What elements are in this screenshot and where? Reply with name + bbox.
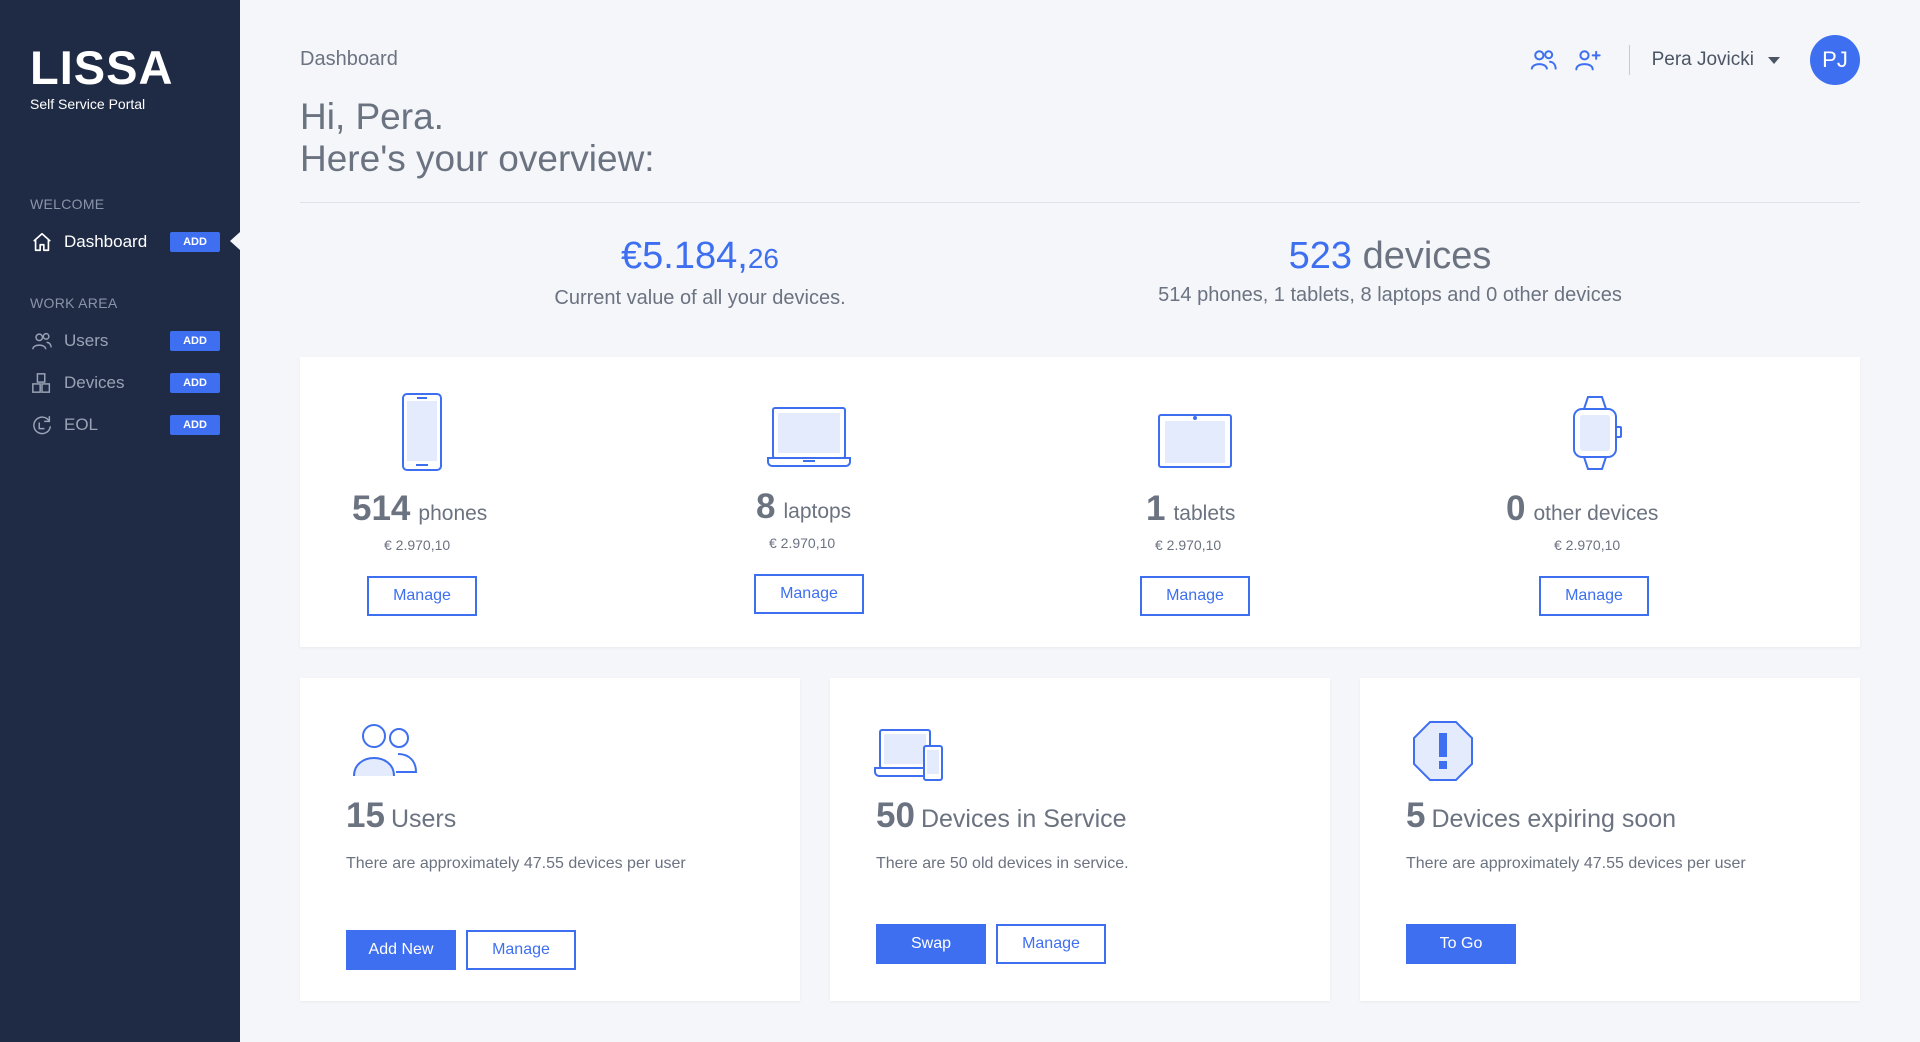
phones-count: 514 phones	[352, 489, 487, 529]
breadcrumb: Dashboard	[300, 48, 398, 70]
add-user-icon[interactable]	[1573, 45, 1603, 75]
manage-service-button[interactable]: Manage	[996, 924, 1106, 964]
total-value-caption: Current value of all your devices.	[554, 287, 846, 309]
active-indicator	[230, 232, 240, 250]
swap-button[interactable]: Swap	[876, 924, 986, 964]
devices-in-service-card: 50 Devices in Service There are 50 old de…	[830, 678, 1330, 1001]
home-icon	[30, 230, 54, 254]
users-icon	[30, 329, 54, 353]
count-label: laptops	[783, 500, 852, 523]
add-badge[interactable]: ADD	[170, 373, 220, 393]
add-badge[interactable]: ADD	[170, 415, 220, 435]
count-value: 514	[352, 489, 411, 528]
devices-icon	[30, 371, 54, 395]
users-card: 15 Users There are approximately 47.55 de…	[300, 678, 800, 1001]
users-icon[interactable]	[1529, 45, 1559, 75]
count-label: Devices in Service	[920, 805, 1127, 833]
sidebar-item-users[interactable]: Users ADD	[30, 326, 220, 356]
users-description: There are approximately 47.55 devices pe…	[346, 855, 686, 872]
smartwatch-icon	[1568, 395, 1624, 476]
device-count-stat: 523 devices 514 phones, 1 tablets, 8 lap…	[1110, 234, 1670, 307]
count-label: tablets	[1173, 502, 1236, 525]
device-count: 523 devices	[1110, 234, 1670, 278]
phones-price: € 2.970,10	[384, 537, 451, 553]
manage-laptops-button[interactable]: Manage	[754, 574, 864, 614]
count-label: Devices expiring soon	[1431, 805, 1677, 833]
count-label: other devices	[1533, 502, 1659, 525]
greeting-line: Hi, Pera.	[300, 96, 444, 137]
count-value: 50	[876, 796, 915, 835]
device-types-card: 514 phones € 2.970,10 Manage 8 laptops € 2…	[300, 357, 1860, 647]
sidebar-item-label: Devices	[64, 373, 125, 392]
count-value: 15	[346, 796, 385, 835]
chevron-down-icon[interactable]	[1768, 56, 1780, 64]
users-icon	[352, 722, 418, 783]
brand-logo[interactable]: LISSA	[30, 44, 173, 91]
devices-expiring-description: There are approximately 47.55 devices pe…	[1406, 855, 1746, 872]
count-value: 8	[756, 487, 776, 526]
add-badge[interactable]: ADD	[170, 331, 220, 351]
sidebar-item-label: Dashboard	[64, 232, 148, 251]
header-divider	[300, 202, 1860, 203]
total-value-main: €5.184,	[621, 235, 748, 277]
device-count-number: 523	[1288, 235, 1352, 277]
devices-expiring-card: 5 Devices expiring soon There are approxi…	[1360, 678, 1860, 1001]
laptops-count: 8 laptops	[756, 487, 851, 527]
count-value: 0	[1506, 489, 1526, 528]
add-badge[interactable]: ADD	[170, 232, 220, 252]
count-label: Users	[390, 805, 457, 833]
eol-icon	[30, 413, 54, 437]
alert-icon	[1412, 720, 1474, 787]
devices-expiring-count: 5 Devices expiring soon	[1406, 796, 1676, 836]
sidebar: LISSA Self Service Portal WELCOME Dashbo…	[0, 0, 240, 1042]
greeting-line: Here's your overview:	[300, 138, 655, 179]
add-new-user-button[interactable]: Add New	[346, 930, 456, 970]
total-value-cents: 26	[747, 243, 779, 274]
total-value: €5.184,26	[520, 234, 880, 281]
sidebar-item-label: EOL	[64, 415, 99, 434]
sidebar-item-label: Users	[64, 331, 109, 350]
count-value: 5	[1406, 796, 1426, 835]
devices-in-service-description: There are 50 old devices in service.	[876, 855, 1129, 872]
other-devices-count: 0 other devices	[1506, 489, 1658, 529]
manage-other-devices-button[interactable]: Manage	[1539, 576, 1649, 616]
manage-users-button[interactable]: Manage	[466, 930, 576, 970]
page-greeting: Hi, Pera. Here's your overview:	[300, 96, 655, 180]
section-label-welcome: WELCOME	[30, 196, 105, 212]
devices-in-service-count: 50 Devices in Service	[876, 796, 1127, 836]
brand-subtitle: Self Service Portal	[30, 96, 146, 112]
devices-in-service-icon	[874, 728, 946, 787]
topbar-divider	[1628, 45, 1630, 75]
count-value: 1	[1146, 489, 1166, 528]
device-count-caption: 514 phones, 1 tablets, 8 laptops and 0 o…	[1158, 284, 1622, 306]
sidebar-item-dashboard[interactable]: Dashboard ADD	[30, 227, 220, 257]
sidebar-item-eol[interactable]: EOL ADD	[30, 410, 220, 440]
to-go-button[interactable]: To Go	[1406, 924, 1516, 964]
other-devices-price: € 2.970,10	[1554, 537, 1621, 553]
top-bar: Pera Jovicki PJ	[1515, 34, 1860, 86]
phone-icon	[400, 392, 444, 477]
tablets-price: € 2.970,10	[1155, 537, 1222, 553]
manage-phones-button[interactable]: Manage	[367, 576, 477, 616]
section-label-work-area: WORK AREA	[30, 295, 118, 311]
tablet-icon	[1157, 413, 1233, 474]
avatar[interactable]: PJ	[1810, 35, 1860, 85]
user-name[interactable]: Pera Jovicki	[1652, 49, 1754, 71]
sidebar-item-devices[interactable]: Devices ADD	[30, 368, 220, 398]
total-value-stat: €5.184,26 Current value of all your devi…	[520, 234, 880, 310]
laptop-icon	[767, 406, 851, 473]
count-label: phones	[418, 502, 488, 525]
device-count-word: devices	[1362, 235, 1492, 277]
tablets-count: 1 tablets	[1146, 489, 1235, 529]
manage-tablets-button[interactable]: Manage	[1140, 576, 1250, 616]
laptops-price: € 2.970,10	[769, 535, 836, 551]
users-count: 15 Users	[346, 796, 456, 836]
